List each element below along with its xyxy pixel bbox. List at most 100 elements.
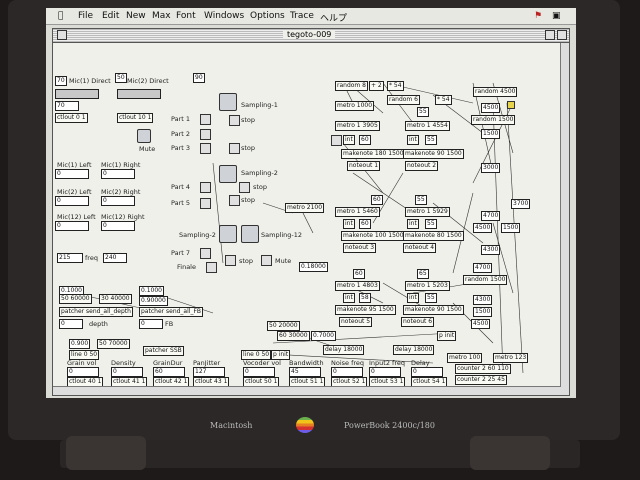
value-0-1000-b[interactable]: 0.1000	[139, 286, 164, 296]
freq-value[interactable]: 215	[57, 253, 83, 263]
menu-max[interactable]: Max	[152, 11, 171, 21]
msg-60-30000[interactable]: 60 30000	[277, 331, 310, 341]
stop4-button[interactable]	[229, 195, 240, 206]
value-graindur[interactable]: 60	[153, 367, 185, 377]
value-input2-freq[interactable]: 0	[369, 367, 401, 377]
part1-button[interactable]	[200, 114, 211, 125]
freq2-value[interactable]: 240	[103, 253, 127, 263]
msg-50-70000[interactable]: 50 70000	[97, 339, 130, 349]
value-1500[interactable]: 1500	[481, 129, 501, 139]
value-noise-freq[interactable]: 0	[331, 367, 363, 377]
menu-file[interactable]: File	[78, 11, 93, 21]
value-65[interactable]: 65	[417, 269, 429, 279]
flag-icon[interactable]: ⚑	[534, 11, 542, 21]
part2-button[interactable]	[200, 129, 211, 140]
mute2-button[interactable]	[261, 255, 272, 266]
patcher-ssb[interactable]: patcher SSB	[143, 346, 184, 356]
msg-50-60000[interactable]: 50 60000	[59, 294, 92, 304]
value-delay[interactable]: 0	[411, 367, 443, 377]
value-bandwidth[interactable]: 45	[289, 367, 321, 377]
value-0-18000[interactable]: 0.18000	[299, 262, 328, 272]
value-4300[interactable]: 4300	[481, 245, 501, 255]
vertical-scrollbar[interactable]	[560, 43, 569, 395]
apple-menu-icon[interactable]: 	[58, 11, 63, 21]
value-panjitter[interactable]: 127	[193, 367, 225, 377]
value-density[interactable]: 0	[111, 367, 143, 377]
value-60-b[interactable]: 60	[371, 195, 383, 205]
value-58[interactable]: 58	[359, 293, 371, 303]
collapse-box-icon[interactable]	[557, 30, 567, 40]
mic2-left-value[interactable]: 0	[55, 196, 89, 206]
stop1-button[interactable]	[229, 115, 240, 126]
mic12-right-value[interactable]: 0	[101, 221, 135, 231]
sampling2-button[interactable]	[219, 165, 237, 183]
sampling2b-button[interactable]	[219, 225, 237, 243]
value-55-d[interactable]: 55	[425, 219, 437, 229]
mic2-slider[interactable]	[117, 89, 161, 99]
menu-new[interactable]: New	[126, 11, 146, 21]
bang-led[interactable]	[507, 101, 515, 109]
menu-trace[interactable]: Trace	[290, 11, 314, 21]
value-4700[interactable]: 4700	[481, 211, 501, 221]
menu-windows[interactable]: Windows	[204, 11, 244, 21]
p-init-2[interactable]: p init	[437, 331, 457, 341]
finale-button[interactable]	[206, 262, 217, 273]
app-icon[interactable]: ▣	[552, 11, 561, 21]
mic1-direct-value[interactable]: 70	[55, 76, 67, 86]
sampling12-button[interactable]	[241, 225, 259, 243]
mic2-direct-value[interactable]: 50	[115, 73, 127, 83]
menu-options[interactable]: Options	[250, 11, 285, 21]
patcher-send-all-depth[interactable]: patcher send_all_depth	[59, 307, 133, 317]
value-3000[interactable]: 3000	[481, 163, 501, 173]
value-4500-b[interactable]: 4500	[473, 223, 493, 233]
value-60[interactable]: 60	[359, 135, 371, 145]
mic12-left-value[interactable]: 0	[55, 221, 89, 231]
part4-button[interactable]	[200, 182, 211, 193]
menu-font[interactable]: Font	[176, 11, 196, 21]
value-60-c[interactable]: 60	[359, 219, 371, 229]
patcher-canvas[interactable]: 70 Mic(1) Direct 50 Mic(2) Direct 90 70 …	[53, 43, 569, 395]
part3-button[interactable]	[200, 143, 211, 154]
patcher-send-all-fb[interactable]: patcher send_all_FB	[139, 307, 204, 317]
zoom-box-icon[interactable]	[545, 30, 555, 40]
value-55[interactable]: 55	[417, 107, 429, 117]
mute-button[interactable]	[137, 129, 151, 143]
value-60-d[interactable]: 60	[353, 269, 365, 279]
value-1500-c[interactable]: 1500	[473, 307, 493, 317]
value-3700[interactable]: 3700	[511, 199, 531, 209]
value-55-c[interactable]: 55	[415, 195, 427, 205]
msg-30-40000[interactable]: 30 40000	[99, 294, 132, 304]
mic2-right-value[interactable]: 0	[101, 196, 135, 206]
value-0-900[interactable]: 0.900	[69, 339, 91, 349]
value-55-e[interactable]: 55	[425, 293, 437, 303]
value-1500-b[interactable]: 1500	[501, 223, 521, 233]
sampling1-button[interactable]	[219, 93, 237, 111]
mic1-slider[interactable]	[55, 89, 99, 99]
part7-button[interactable]	[200, 248, 211, 259]
fb-value[interactable]: 0	[139, 319, 163, 329]
value-vocoder-vol[interactable]: 0	[243, 367, 275, 377]
menu-edit[interactable]: Edit	[102, 11, 119, 21]
value-4300-b[interactable]: 4300	[473, 295, 493, 305]
value-4700-b[interactable]: 4700	[473, 263, 493, 273]
stop2-button[interactable]	[229, 143, 240, 154]
msg-50-20000[interactable]: 50 20000	[267, 321, 300, 331]
menu-help[interactable]: ヘルプ	[320, 11, 347, 24]
value-0-90000[interactable]: 0.90000	[139, 296, 168, 306]
stop3-button[interactable]	[239, 182, 250, 193]
part5-button[interactable]	[200, 198, 211, 209]
mic1-number[interactable]: 70	[55, 101, 79, 111]
depth-value[interactable]: 0	[59, 319, 83, 329]
value-4500-c[interactable]: 4500	[471, 319, 491, 329]
toggle-1[interactable]	[331, 135, 342, 146]
mic1-left-value[interactable]: 0	[55, 169, 89, 179]
value-4500[interactable]: 4500	[481, 103, 501, 113]
value-grain-vol[interactable]: 0	[67, 367, 99, 377]
window-titlebar[interactable]: tegoto-009	[53, 29, 569, 43]
value-0-7000[interactable]: 0.7000	[311, 331, 336, 341]
mic1-right-value[interactable]: 0	[101, 169, 135, 179]
close-box-icon[interactable]	[57, 30, 67, 40]
stop5-button[interactable]	[225, 255, 236, 266]
value-90[interactable]: 90	[193, 73, 205, 83]
horizontal-scrollbar[interactable]	[53, 386, 561, 395]
